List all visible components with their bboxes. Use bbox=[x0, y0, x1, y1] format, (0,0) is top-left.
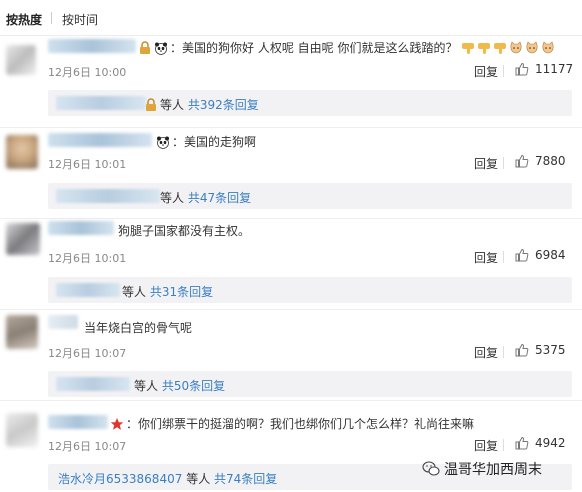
username[interactable] bbox=[48, 315, 78, 329]
red-star-icon bbox=[110, 418, 124, 430]
avatar[interactable] bbox=[6, 223, 40, 255]
thumbs-up-icon bbox=[515, 248, 529, 262]
watermark-text: 温哥华加西周末 bbox=[444, 462, 542, 478]
more-replies-link[interactable]: 共31条回复 bbox=[150, 285, 213, 299]
like-count: 4942 bbox=[535, 436, 566, 450]
cat-emoji-icon bbox=[526, 41, 538, 54]
comment-text: ：你们绑票干的挺溜的啊？我们也绑你们几个怎么样？礼尚往来嘛 bbox=[110, 415, 474, 432]
avatar[interactable] bbox=[6, 315, 38, 349]
comment-item: ：美国的狗你好 人权呢 自由呢 你们就是这么践踏的？ 12月6日 10:00 回… bbox=[0, 36, 582, 128]
reply-button[interactable]: 回复 bbox=[474, 249, 498, 266]
sub-reply-summary: 等人 共47条回复 bbox=[160, 191, 252, 205]
sub-replies[interactable]: 等人 共31条回复 bbox=[48, 277, 572, 303]
more-replies-link[interactable]: 共50条回复 bbox=[162, 379, 225, 393]
panda-emoji-icon bbox=[155, 42, 167, 55]
more-replies-link[interactable]: 共392条回复 bbox=[188, 98, 259, 112]
sub-reply-users bbox=[56, 283, 120, 297]
username[interactable] bbox=[48, 221, 114, 235]
comment-text: ：美国的狗你好 人权呢 自由呢 你们就是这么践踏的？ bbox=[138, 39, 557, 56]
sub-replies[interactable]: 等人 共47条回复 bbox=[48, 183, 572, 209]
avatar[interactable] bbox=[6, 45, 36, 75]
comment-time: 12月6日 10:00 bbox=[48, 66, 127, 79]
divider bbox=[503, 65, 504, 77]
thumbs-down-emoji-icon bbox=[494, 43, 507, 54]
sub-reply-users bbox=[56, 96, 146, 110]
panda-emoji-icon bbox=[157, 136, 169, 149]
avatar[interactable] bbox=[6, 413, 38, 447]
sort-divider bbox=[51, 12, 52, 24]
reply-button[interactable]: 回复 bbox=[474, 63, 498, 80]
sub-replies[interactable]: 等人 共50条回复 bbox=[48, 371, 572, 397]
divider bbox=[503, 251, 504, 263]
sub-reply-summary: 等人 共31条回复 bbox=[122, 285, 214, 299]
like-button[interactable]: 4942 bbox=[515, 436, 566, 450]
like-count: 7880 bbox=[535, 154, 566, 168]
divider bbox=[503, 157, 504, 169]
avatar[interactable] bbox=[6, 135, 38, 169]
cat-emoji-icon bbox=[542, 41, 554, 54]
more-replies-link[interactable]: 共74条回复 bbox=[214, 472, 277, 486]
comment-time: 12月6日 10:07 bbox=[48, 440, 127, 453]
thumbs-down-emoji-icon bbox=[462, 43, 475, 54]
like-count: 6984 bbox=[535, 248, 566, 262]
sort-bar: 按热度 按时间 bbox=[0, 0, 582, 36]
thumbs-up-icon bbox=[515, 154, 529, 168]
sub-replies[interactable]: 等人 共392条回复 bbox=[48, 90, 572, 116]
lock-emoji-icon bbox=[140, 41, 150, 54]
comment-text: 狗腿子国家都没有主权。 bbox=[118, 224, 251, 238]
comment-item: ：美国的走狗啊 12月6日 10:01 回复 7880 等人 共47条回复 bbox=[0, 127, 582, 219]
like-button[interactable]: 11177 bbox=[515, 62, 573, 76]
username[interactable] bbox=[48, 133, 152, 147]
lock-emoji-icon bbox=[146, 98, 156, 111]
like-button[interactable]: 6984 bbox=[515, 248, 566, 262]
comment-item: 狗腿子国家都没有主权。 12月6日 10:01 回复 6984 等人 共31条回… bbox=[0, 218, 582, 310]
like-button[interactable]: 7880 bbox=[515, 154, 566, 168]
cat-emoji-icon bbox=[510, 41, 522, 54]
reply-button[interactable]: 回复 bbox=[474, 344, 498, 361]
thumbs-down-emoji-icon bbox=[478, 43, 491, 54]
thumbs-up-icon bbox=[515, 436, 529, 450]
reply-button[interactable]: 回复 bbox=[474, 155, 498, 172]
sub-reply-summary: 浩水冷月6533868407 等人 共74条回复 bbox=[58, 472, 278, 486]
comment-time: 12月6日 10:07 bbox=[48, 347, 127, 360]
comment-time: 12月6日 10:01 bbox=[48, 158, 127, 171]
sub-reply-summary: 等人 共50条回复 bbox=[134, 379, 226, 393]
sub-reply-users bbox=[56, 377, 130, 391]
watermark: 温哥华加西周末 bbox=[422, 459, 542, 479]
wechat-icon bbox=[422, 461, 440, 476]
username[interactable] bbox=[48, 415, 108, 429]
sort-by-hot-tab[interactable]: 按热度 bbox=[6, 11, 42, 28]
sort-by-time-tab[interactable]: 按时间 bbox=[62, 11, 98, 28]
more-replies-link[interactable]: 共47条回复 bbox=[188, 191, 251, 205]
comment-item: 当年烧白宫的骨气呢 12月6日 10:07 回复 5375 等人 共50条回复 bbox=[0, 309, 582, 401]
thumbs-up-icon bbox=[515, 343, 529, 357]
like-count: 11177 bbox=[535, 62, 574, 76]
like-count: 5375 bbox=[535, 343, 566, 357]
comment-time: 12月6日 10:01 bbox=[48, 252, 127, 265]
reply-button[interactable]: 回复 bbox=[474, 437, 498, 454]
comment-text: ：美国的走狗啊 bbox=[156, 133, 256, 150]
like-button[interactable]: 5375 bbox=[515, 343, 566, 357]
sub-reply-user[interactable]: 浩水冷月6533868407 bbox=[58, 472, 182, 486]
comment-text: 当年烧白宫的骨气呢 bbox=[84, 321, 193, 335]
username[interactable] bbox=[48, 39, 136, 53]
divider bbox=[503, 346, 504, 358]
divider bbox=[503, 439, 504, 451]
sub-reply-summary: 等人 共392条回复 bbox=[144, 96, 259, 113]
sub-reply-users bbox=[56, 189, 160, 203]
thumbs-up-icon bbox=[515, 62, 529, 76]
